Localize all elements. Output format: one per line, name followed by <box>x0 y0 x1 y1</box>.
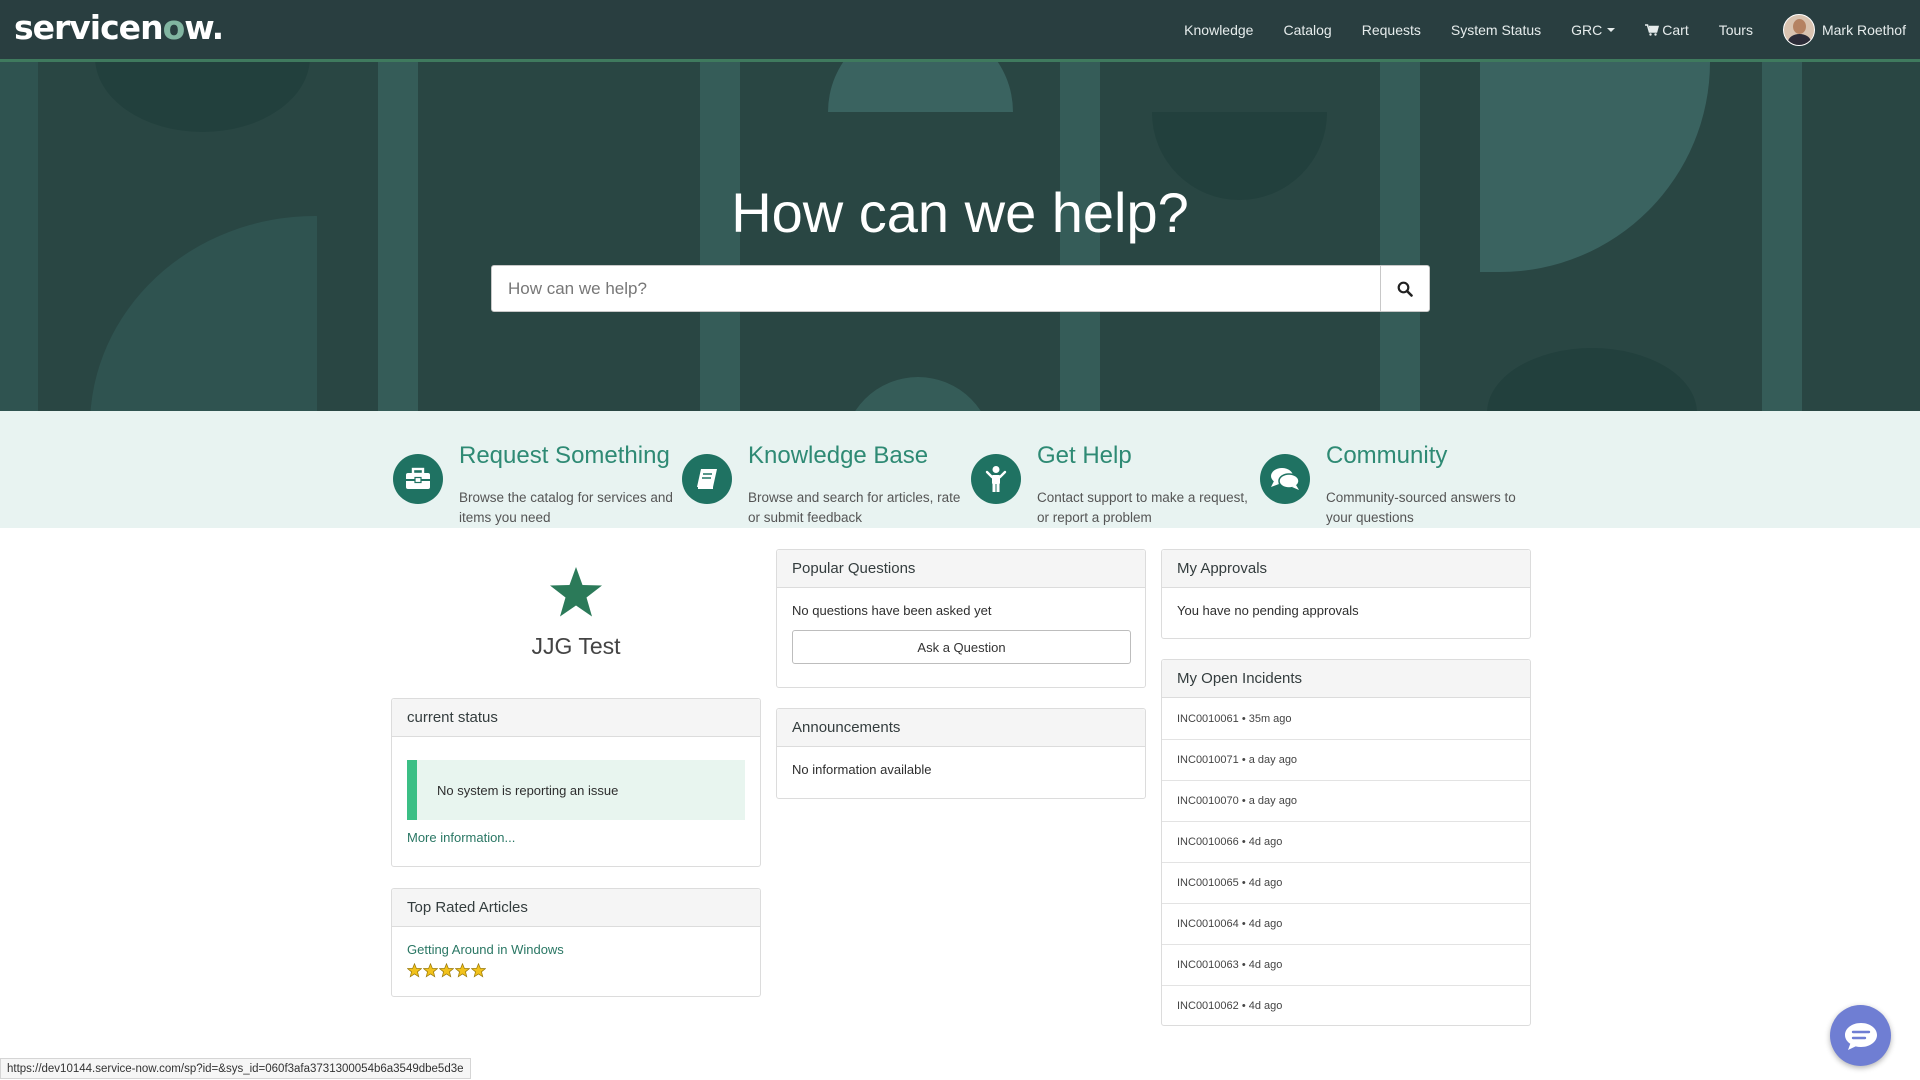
panel-title: My Approvals <box>1162 550 1530 588</box>
quick-link-description: Browse and search for articles, rate or … <box>748 490 961 525</box>
search-icon <box>1397 281 1413 297</box>
popular-questions-panel: Popular Questions No questions have been… <box>776 549 1146 688</box>
cart-icon <box>1645 23 1660 36</box>
incident-row[interactable]: INC0010064 • 4d ago <box>1162 903 1530 944</box>
incident-list: INC0010061 • 35m ago INC0010071 • a day … <box>1162 698 1530 1026</box>
nav-links: Knowledge Catalog Requests System Status… <box>1154 0 1906 59</box>
top-rated-articles-panel: Top Rated Articles Getting Around in Win… <box>391 888 761 997</box>
my-open-incidents-panel: My Open Incidents INC0010061 • 35m ago I… <box>1161 659 1531 1026</box>
quick-link-title: Knowledge Base <box>748 442 929 469</box>
panel-title: Popular Questions <box>777 550 1145 588</box>
nav-grc-dropdown[interactable]: GRC <box>1571 21 1616 38</box>
current-status-panel: current status No system is reporting an… <box>391 698 761 867</box>
hero-decoration <box>1487 348 1697 411</box>
top-navbar: servicenow. Knowledge Catalog Requests S… <box>0 0 1920 62</box>
user-menu[interactable]: Mark Roethof <box>1782 13 1906 46</box>
servicenow-logo[interactable]: servicenow. <box>14 8 224 47</box>
briefcase-icon <box>393 454 443 504</box>
my-approvals-panel: My Approvals You have no pending approva… <box>1161 549 1531 639</box>
nav-grc-label: GRC <box>1571 21 1603 38</box>
rating-star-icon <box>407 963 422 978</box>
favorite-item[interactable]: JJG Test <box>391 566 761 660</box>
nav-tours[interactable]: Tours <box>1719 22 1753 38</box>
incident-row[interactable]: INC0010071 • a day ago <box>1162 739 1530 780</box>
incident-row[interactable]: INC0010070 • a day ago <box>1162 780 1530 821</box>
search-button[interactable] <box>1380 266 1429 311</box>
hero-banner: How can we help? <box>0 62 1920 411</box>
hero-decoration <box>828 62 1013 112</box>
incident-row[interactable]: INC0010066 • 4d ago <box>1162 821 1530 862</box>
rating-star-icon <box>471 963 486 978</box>
virtual-agent-chat-button[interactable] <box>1830 1005 1891 1066</box>
book-icon <box>682 454 732 504</box>
more-information-link[interactable]: More information... <box>407 830 515 845</box>
ask-question-button[interactable]: Ask a Question <box>792 630 1131 664</box>
panel-title: My Open Incidents <box>1162 660 1530 698</box>
incident-row[interactable]: INC0010063 • 4d ago <box>1162 944 1530 985</box>
favorite-title: JJG Test <box>531 633 621 659</box>
rating-star-icon <box>455 963 470 978</box>
avatar <box>1782 13 1815 46</box>
rating-star-icon <box>423 963 438 978</box>
incident-row[interactable]: INC0010065 • 4d ago <box>1162 862 1530 903</box>
user-name: Mark Roethof <box>1821 21 1906 38</box>
announcements-panel: Announcements No information available <box>776 708 1146 799</box>
status-message-text: No system is reporting an issue <box>437 782 619 798</box>
status-message: No system is reporting an issue <box>407 760 745 820</box>
nav-cart[interactable]: Cart <box>1645 21 1689 38</box>
nav-cart-label: Cart <box>1662 21 1689 38</box>
star-icon <box>550 567 602 617</box>
hero-decoration <box>843 377 993 411</box>
caret-down-icon <box>1607 27 1616 32</box>
rating-star-icon <box>439 963 454 978</box>
quick-link-title: Request Something <box>459 442 670 469</box>
quick-links-band: Request Something Browse the catalog for… <box>0 411 1920 528</box>
quick-link-title: Community <box>1326 442 1448 469</box>
search-box <box>491 265 1430 312</box>
panel-title: Announcements <box>777 709 1145 747</box>
quick-link-title: Get Help <box>1037 442 1132 469</box>
panel-title: Top Rated Articles <box>392 889 760 927</box>
quick-link-description: Contact support to make a request, or re… <box>1037 490 1248 525</box>
empty-message: You have no pending approvals <box>1177 603 1359 618</box>
browser-status-url: https://dev10144.service-now.com/sp?id=&… <box>0 1058 471 1079</box>
article-link[interactable]: Getting Around in Windows <box>407 942 564 957</box>
nav-knowledge[interactable]: Knowledge <box>1184 22 1253 38</box>
hero-decoration <box>95 62 310 132</box>
search-input[interactable] <box>492 266 1380 311</box>
person-icon <box>971 454 1021 504</box>
star-rating <box>407 963 745 978</box>
quick-link-description: Browse the catalog for services and item… <box>459 490 673 525</box>
panel-title: current status <box>392 699 760 737</box>
hero-title: How can we help? <box>731 181 1189 244</box>
incident-row[interactable]: INC0010062 • 4d ago <box>1162 985 1530 1026</box>
incident-row[interactable]: INC0010061 • 35m ago <box>1162 698 1530 739</box>
quick-link-description: Community-sourced answers to your questi… <box>1326 490 1516 525</box>
nav-catalog[interactable]: Catalog <box>1283 22 1331 38</box>
empty-message: No questions have been asked yet <box>792 603 992 618</box>
nav-system-status[interactable]: System Status <box>1451 22 1541 38</box>
nav-requests[interactable]: Requests <box>1362 22 1421 38</box>
chat-bubbles-icon <box>1260 454 1310 504</box>
empty-message: No information available <box>792 762 932 777</box>
chat-icon <box>1844 1022 1877 1050</box>
